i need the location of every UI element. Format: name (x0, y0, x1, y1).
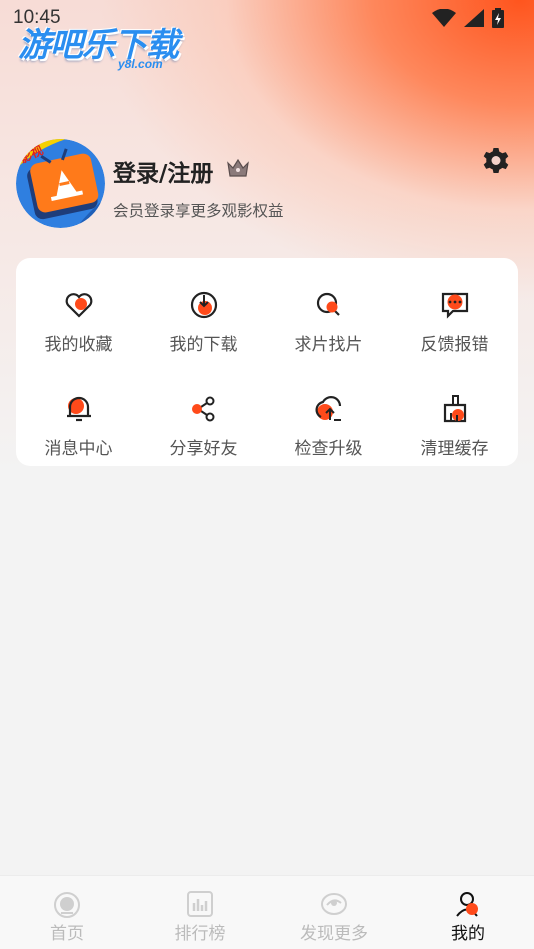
menu-item-label: 分享好友 (169, 439, 238, 459)
profile-icon (456, 892, 478, 917)
avatar[interactable]: 影视 (16, 139, 105, 228)
menu-item-messages[interactable]: 消息中心 (16, 371, 141, 461)
menu-item-request-film[interactable]: 求片找片 (266, 267, 391, 357)
share-icon (191, 396, 214, 422)
feedback-icon (441, 292, 468, 319)
discover-icon (321, 893, 347, 915)
profile-header[interactable]: 影视 登录/注册 会员登录享更多观影权益 (16, 139, 516, 231)
tab-label: 发现更多 (300, 924, 368, 944)
menu-item-label: 反馈报错 (420, 335, 489, 355)
menu-item-check-update[interactable]: 检查升级 (266, 371, 391, 461)
menu-item-label: 我的下载 (169, 335, 238, 355)
battery-icon (492, 8, 504, 28)
vip-crown-icon (227, 158, 249, 177)
status-icons (432, 8, 504, 28)
bell-icon (66, 396, 91, 422)
menu-item-label: 消息中心 (44, 439, 113, 459)
menu-item-label: 清理缓存 (420, 439, 489, 459)
settings-gear-icon[interactable] (480, 146, 512, 178)
tab-home[interactable]: 首页 (12, 876, 122, 949)
download-icon (190, 291, 217, 319)
menu-item-share[interactable]: 分享好友 (141, 371, 266, 461)
tab-ranking[interactable]: 排行榜 (145, 876, 255, 949)
menu-item-label: 求片找片 (294, 335, 363, 355)
home-icon (54, 892, 80, 918)
login-register-link[interactable]: 登录/注册 (113, 154, 213, 188)
menu-item-clear-cache[interactable]: 清理缓存 (392, 371, 517, 461)
function-card: 我的收藏 我的下载 求片找片 反馈报错 消息中心 分享好友 检查升级 清理缓存 (16, 258, 518, 466)
menu-item-label: 检查升级 (294, 439, 363, 459)
tab-label: 首页 (50, 924, 84, 944)
signal-icon (464, 9, 484, 27)
heart-icon (65, 293, 92, 318)
menu-item-feedback[interactable]: 反馈报错 (392, 267, 517, 357)
search-film-icon (316, 292, 340, 316)
ranking-icon (187, 891, 213, 917)
broom-icon (443, 395, 466, 423)
wifi-icon (432, 9, 456, 27)
login-subtitle: 会员登录享更多观影权益 (113, 202, 284, 220)
upgrade-icon (314, 396, 341, 421)
menu-item-downloads[interactable]: 我的下载 (141, 267, 266, 357)
app-logo-icon: 影视 (16, 139, 105, 228)
watermark-sub: y8l.com (118, 57, 163, 71)
menu-item-label: 我的收藏 (44, 335, 113, 355)
bottom-tab-bar: 首页 排行榜 发现更多 我的 (0, 875, 534, 949)
tab-mine[interactable]: 我的 (413, 876, 523, 949)
tab-label: 排行榜 (174, 924, 226, 944)
function-grid: 我的收藏 我的下载 求片找片 反馈报错 消息中心 分享好友 检查升级 清理缓存 (16, 258, 518, 466)
tab-label: 我的 (451, 924, 485, 944)
watermark-logo: 游吧乐下载 y8l.com (18, 14, 188, 71)
tab-discover[interactable]: 发现更多 (279, 876, 389, 949)
menu-item-favorites[interactable]: 我的收藏 (16, 267, 141, 357)
